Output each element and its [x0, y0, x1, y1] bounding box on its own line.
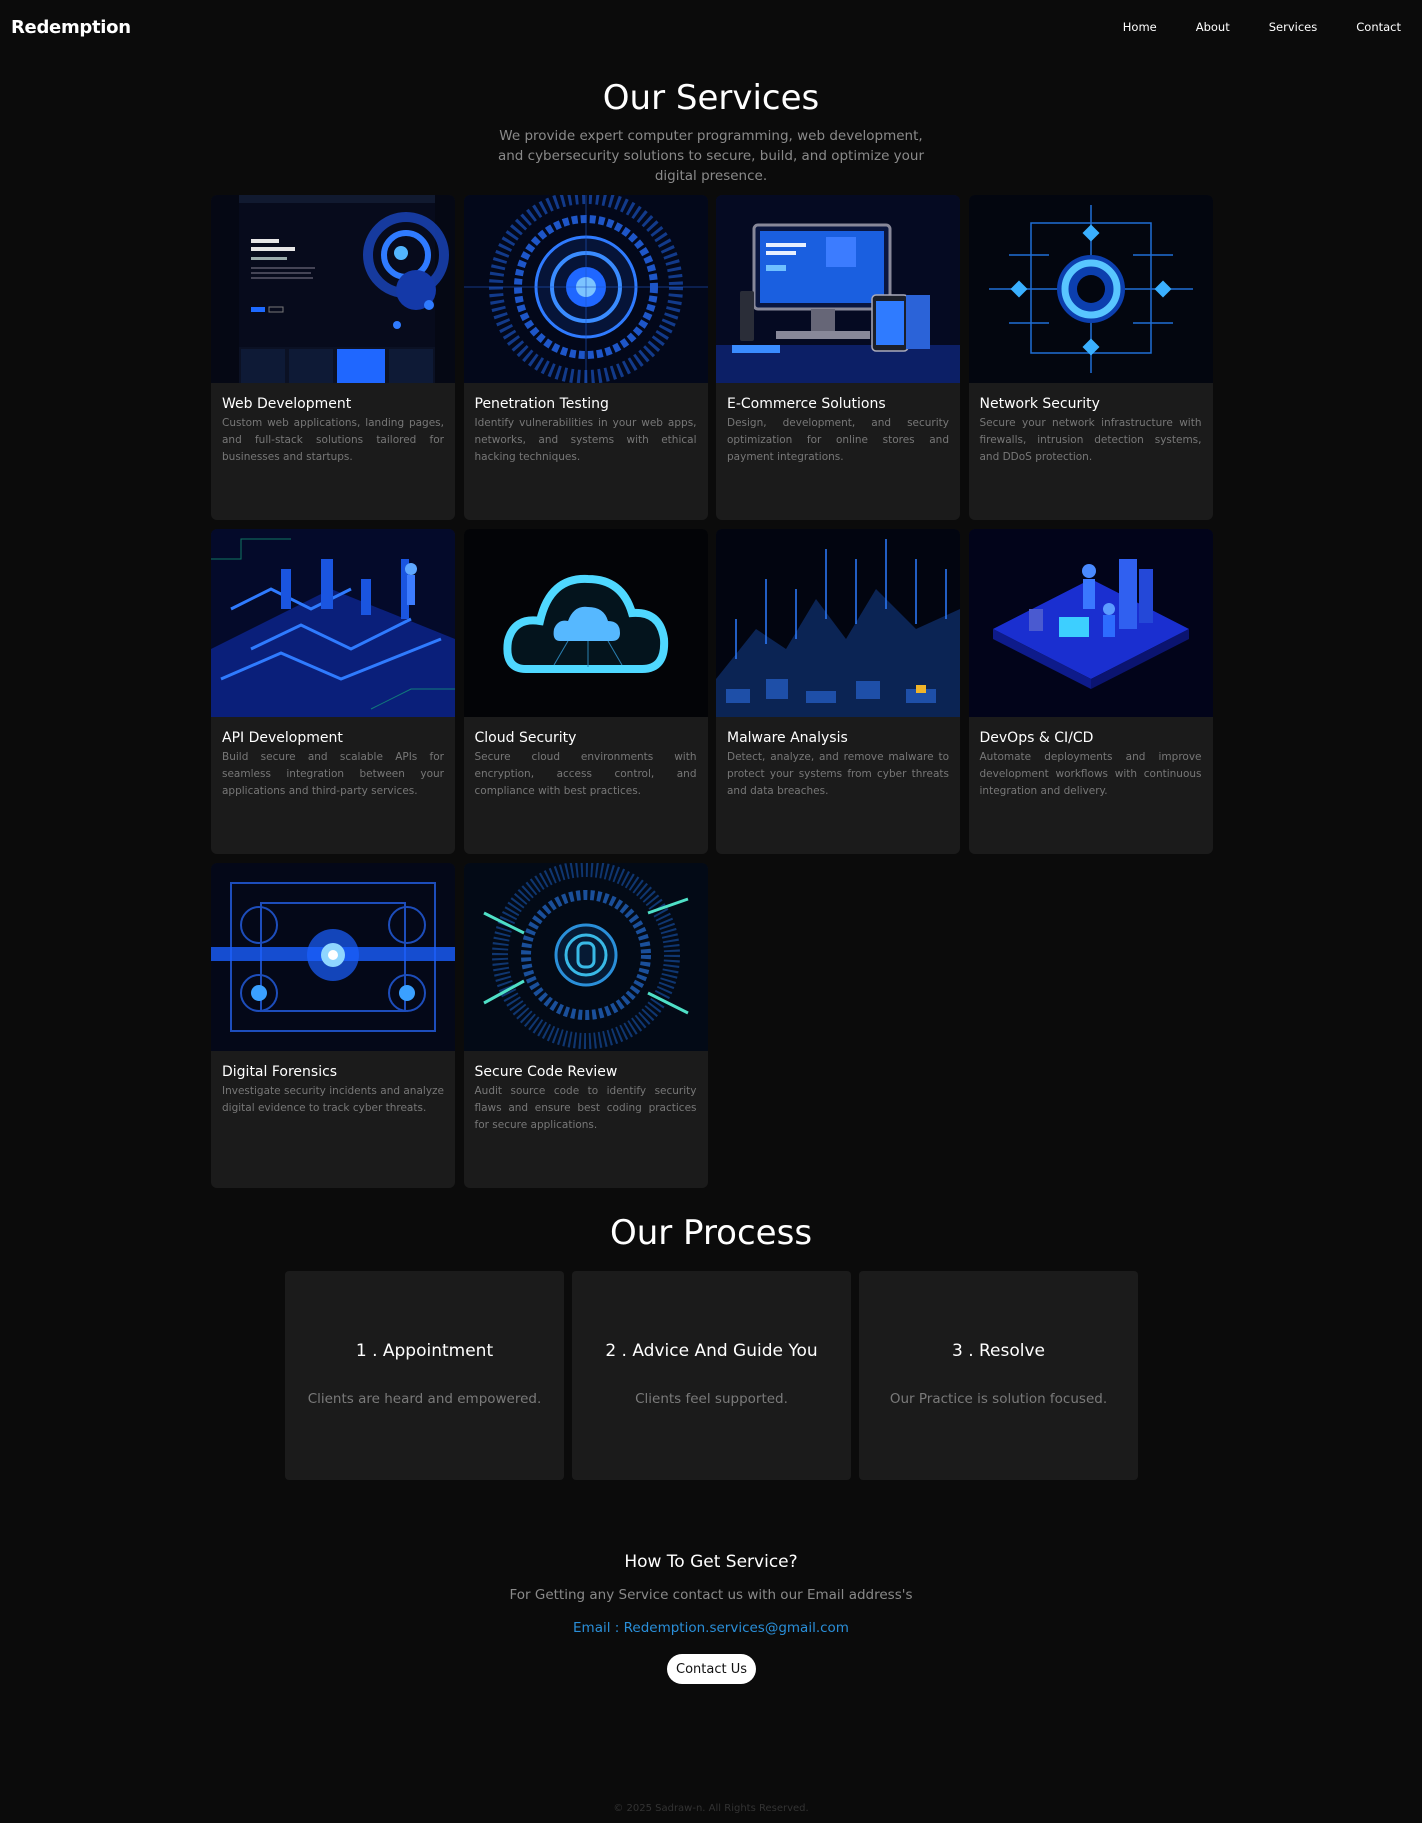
contact-email-link[interactable]: Email : Redemption.services@gmail.com — [0, 1620, 1422, 1636]
code-lock-image — [463, 863, 708, 1051]
services-subtitle: We provide expert computer programming, … — [497, 128, 925, 184]
service-card-secure-code-review[interactable]: Secure Code Review Audit source code to … — [463, 863, 708, 1188]
cloud-image — [463, 529, 708, 717]
services-grid: Web Development Custom web applications,… — [211, 195, 1213, 1188]
step-description: Our Practice is solution focused. — [889, 1391, 1108, 1407]
devices-image — [716, 195, 960, 383]
nav-link-home[interactable]: Home — [1123, 20, 1157, 34]
card-description: Detect, analyze, and remove malware to p… — [727, 751, 949, 797]
service-card-devops[interactable]: DevOps & CI/CD Automate deployments and … — [968, 529, 1213, 854]
radial-target-image — [463, 195, 708, 383]
chip-core-image — [211, 863, 455, 1051]
card-description: Secure your network infrastructure with … — [979, 417, 1202, 463]
card-title: API Development — [222, 730, 343, 746]
contact-us-button[interactable]: Contact Us — [667, 1654, 756, 1684]
data-landscape-image — [716, 529, 960, 717]
service-card-web-development[interactable]: Web Development Custom web applications,… — [211, 195, 455, 520]
card-title: Network Security — [979, 396, 1100, 412]
isometric-team-image — [968, 529, 1213, 717]
card-description: Identify vulnerabilities in your web app… — [474, 417, 697, 463]
card-description: Secure cloud environments with encryptio… — [474, 751, 697, 797]
navbar: Redemption Home About Services Contact — [0, 0, 1422, 58]
card-title: Malware Analysis — [727, 730, 848, 746]
nav-link-services[interactable]: Services — [1269, 20, 1318, 34]
nav-link-contact[interactable]: Contact — [1356, 20, 1401, 34]
card-description: Build secure and scalable APIs for seaml… — [222, 751, 444, 797]
step-title: 1 . Appointment — [355, 1341, 494, 1361]
service-card-network-security[interactable]: Network Security Secure your network inf… — [968, 195, 1213, 520]
website-mockup-image — [211, 195, 455, 383]
card-title: E-Commerce Solutions — [727, 396, 886, 412]
card-title: DevOps & CI/CD — [979, 730, 1094, 746]
card-description: Design, development, and security optimi… — [727, 417, 949, 463]
card-description: Custom web applications, landing pages, … — [222, 417, 444, 463]
step-description: Clients feel supported. — [635, 1391, 788, 1407]
card-title: Penetration Testing — [474, 396, 609, 412]
step-description: Clients are heard and empowered. — [307, 1391, 542, 1407]
service-card-digital-forensics[interactable]: Digital Forensics Investigate security i… — [211, 863, 455, 1188]
contact-title: How To Get Service? — [624, 1552, 798, 1572]
process-step-advice: 2 . Advice And Guide You Clients feel su… — [572, 1271, 851, 1480]
card-title: Web Development — [222, 396, 352, 412]
service-card-cloud-security[interactable]: Cloud Security Secure cloud environments… — [463, 529, 708, 854]
process-step-resolve: 3 . Resolve Our Practice is solution foc… — [859, 1271, 1138, 1480]
footer-copyright: © 2025 Sadraw-n. All Rights Reserved. — [613, 1803, 809, 1814]
process-title: Our Process — [609, 1213, 813, 1253]
card-description: Audit source code to identify security f… — [474, 1085, 697, 1131]
service-card-api-development[interactable]: API Development Build secure and scalabl… — [211, 529, 455, 854]
logo[interactable]: Redemption — [11, 17, 131, 38]
service-card-e-commerce[interactable]: E-Commerce Solutions Design, development… — [716, 195, 960, 520]
nav-link-about[interactable]: About — [1196, 20, 1230, 34]
network-circuit-image — [968, 195, 1213, 383]
card-description: Automate deployments and improve develop… — [979, 751, 1202, 797]
service-card-malware-analysis[interactable]: Malware Analysis Detect, analyze, and re… — [716, 529, 960, 854]
card-title: Secure Code Review — [474, 1064, 618, 1080]
card-description: Investigate security incidents and analy… — [222, 1085, 444, 1114]
process-steps: 1 . Appointment Clients are heard and em… — [285, 1271, 1138, 1480]
step-title: 2 . Advice And Guide You — [605, 1341, 818, 1361]
circuit-city-image — [211, 529, 455, 717]
services-title: Our Services — [602, 78, 820, 118]
process-step-appointment: 1 . Appointment Clients are heard and em… — [285, 1271, 564, 1480]
card-title: Digital Forensics — [222, 1064, 338, 1080]
contact-subtitle: For Getting any Service contact us with … — [509, 1587, 913, 1603]
service-card-penetration-testing[interactable]: Penetration Testing Identify vulnerabili… — [463, 195, 708, 520]
nav-links: Home About Services Contact — [1084, 20, 1401, 34]
card-title: Cloud Security — [474, 730, 577, 746]
step-title: 3 . Resolve — [951, 1341, 1046, 1361]
